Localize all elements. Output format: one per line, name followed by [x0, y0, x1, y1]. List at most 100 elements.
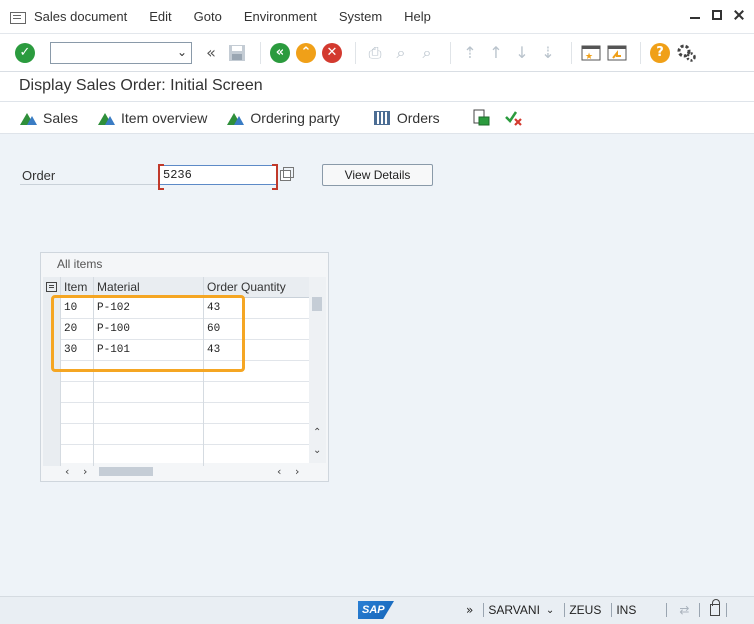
ordering-party-button[interactable]: Ordering party	[227, 109, 340, 126]
status-separator	[699, 603, 701, 617]
menu-system[interactable]: System	[339, 9, 382, 24]
scroll-down-icon[interactable]: ⌄	[313, 445, 321, 456]
toolbar-separator	[355, 41, 356, 64]
row-selector[interactable]	[43, 445, 61, 466]
scroll-right-icon[interactable]: ›	[295, 465, 299, 478]
shortcut-icon[interactable]	[606, 42, 628, 64]
empty-cell	[61, 445, 94, 466]
next-page-icon[interactable]: ↓	[511, 42, 533, 64]
view-details-button[interactable]: View Details	[322, 164, 433, 186]
scroll-up-icon[interactable]: ⌃	[313, 427, 321, 438]
status-user[interactable]: SARVANI	[488, 603, 540, 617]
exit-icon[interactable]: ⌃	[295, 42, 317, 64]
menu-goto[interactable]: Goto	[194, 9, 222, 24]
menu-help[interactable]: Help	[404, 9, 431, 24]
row-selector[interactable]	[43, 403, 61, 424]
standard-toolbar: ✓ ⌄ « « ⌃ ✕ ⎙ ⌕ ⌕ ⇡ ↑ ↓ ⇣ ★ ?	[0, 34, 754, 72]
last-page-icon[interactable]: ⇣	[537, 42, 559, 64]
double-right-icon[interactable]: »	[466, 603, 473, 617]
double-left-icon[interactable]: «	[200, 42, 222, 64]
empty-cell	[94, 424, 204, 445]
order-label-underline	[20, 184, 158, 185]
help-icon[interactable]: ?	[649, 42, 671, 64]
minimize-icon[interactable]	[690, 10, 700, 20]
menu-environment[interactable]: Environment	[244, 9, 317, 24]
application-toolbar: Sales Item overview Ordering party Order…	[0, 102, 754, 134]
mountain-icon	[227, 111, 245, 125]
sales-button-label: Sales	[43, 109, 79, 126]
horizontal-scroll-thumb[interactable]	[99, 467, 153, 476]
maximize-icon[interactable]	[712, 10, 722, 20]
status-bar: SAP » SARVANI ⌄ ZEUS INS ⇄	[0, 596, 754, 624]
item-overview-button-label: Item overview	[121, 109, 208, 126]
empty-cell	[204, 424, 309, 445]
vertical-scrollbar[interactable]: ⌃ ⌄	[309, 277, 326, 463]
back-icon[interactable]: «	[269, 42, 291, 64]
document-flow-button[interactable]	[472, 109, 490, 127]
empty-row[interactable]	[43, 424, 309, 445]
mountain-icon	[98, 111, 116, 125]
status-separator	[666, 603, 668, 617]
scroll-right-icon[interactable]: ›	[83, 465, 87, 478]
empty-row[interactable]	[43, 403, 309, 424]
empty-cell	[61, 382, 94, 403]
item-overview-button[interactable]: Item overview	[98, 110, 207, 126]
orders-button-label: Orders	[396, 109, 440, 126]
close-icon[interactable]	[734, 10, 744, 20]
value-help-icon[interactable]	[280, 167, 294, 181]
row-selector[interactable]	[43, 424, 61, 445]
scroll-left-icon[interactable]: ‹	[65, 465, 69, 478]
check-button[interactable]	[504, 109, 524, 127]
toolbar-separator	[640, 41, 641, 64]
vertical-scroll-thumb[interactable]	[312, 297, 322, 311]
orders-icon	[373, 110, 390, 125]
menu-icon[interactable]	[10, 10, 26, 24]
previous-page-icon[interactable]: ↑	[485, 42, 507, 64]
document-flow-icon	[473, 109, 490, 125]
sales-button[interactable]: Sales	[20, 110, 78, 126]
page-title: Display Sales Order: Initial Screen	[19, 77, 263, 94]
menu-edit[interactable]: Edit	[149, 9, 171, 24]
empty-cell	[94, 382, 204, 403]
save-icon[interactable]	[226, 42, 248, 64]
first-page-icon[interactable]: ⇡	[459, 42, 481, 64]
empty-row[interactable]	[43, 445, 309, 466]
status-mode[interactable]: INS	[616, 603, 636, 617]
find-icon[interactable]: ⌕	[390, 42, 412, 64]
chevron-down-icon[interactable]: ⌄	[177, 45, 187, 59]
toolbar-separator	[260, 41, 261, 64]
enter-icon[interactable]: ✓	[14, 42, 36, 64]
horizontal-scrollbar[interactable]: ‹ › ‹ ›	[61, 465, 307, 479]
row-selector[interactable]	[43, 382, 61, 403]
title-bar: Display Sales Order: Initial Screen	[0, 72, 754, 102]
scroll-left-icon[interactable]: ‹	[277, 465, 281, 478]
cancel-icon[interactable]: ✕	[321, 42, 343, 64]
menu-bar: Sales document Edit Goto Environment Sys…	[0, 0, 754, 34]
status-separator	[483, 603, 485, 617]
lock-icon[interactable]	[710, 599, 721, 616]
create-session-icon[interactable]: ★	[580, 42, 602, 64]
customize-icon[interactable]	[675, 42, 697, 64]
status-separator	[611, 603, 613, 617]
command-field[interactable]: ⌄	[50, 41, 192, 64]
menu-sales-document[interactable]: Sales document	[34, 9, 127, 24]
highlight-box	[51, 295, 245, 372]
table-caption: All items	[57, 257, 103, 271]
sap-logo: SAP	[358, 601, 394, 619]
print-icon[interactable]: ⎙	[364, 42, 386, 64]
status-user-dropdown-icon[interactable]: ⌄	[546, 605, 554, 616]
order-input[interactable]: 5236	[158, 164, 278, 190]
ordering-party-button-label: Ordering party	[250, 109, 340, 126]
empty-row[interactable]	[43, 382, 309, 403]
window-controls	[690, 10, 744, 20]
status-separator	[726, 603, 728, 617]
empty-cell	[204, 445, 309, 466]
status-system: ZEUS	[569, 603, 602, 617]
mountain-icon	[20, 111, 38, 125]
orders-button[interactable]: Orders	[373, 109, 440, 126]
empty-cell	[94, 403, 204, 424]
find-next-icon[interactable]: ⌕	[416, 42, 438, 64]
status-separator	[564, 603, 566, 617]
table-settings-icon[interactable]	[46, 282, 57, 292]
check-cancel-icon	[504, 110, 522, 126]
